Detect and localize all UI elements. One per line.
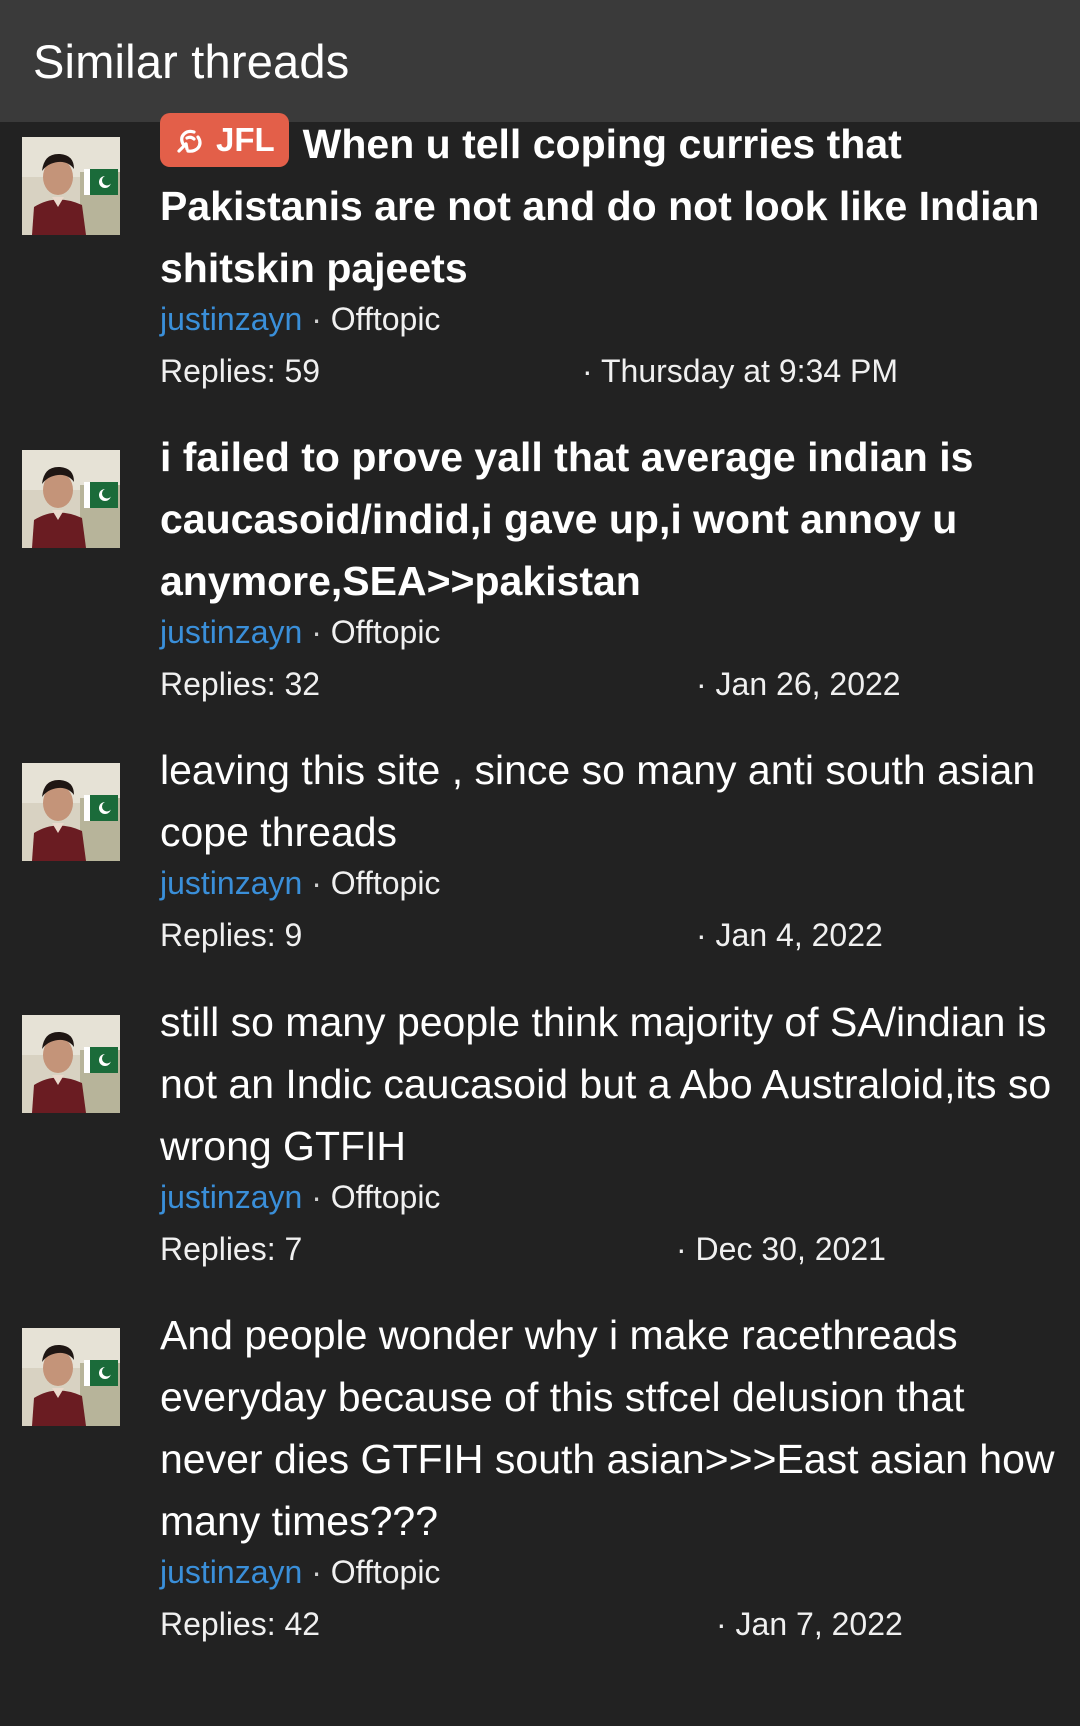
meta-separator: · [302, 301, 331, 337]
avatar[interactable] [22, 450, 120, 548]
thread-stats: Replies: 42 · Jan 7, 2022 [160, 1606, 1060, 1646]
thread-date: · Jan 4, 2022 [696, 917, 883, 953]
forum-link[interactable]: Offtopic [331, 865, 441, 901]
forum-link[interactable]: Offtopic [331, 614, 441, 650]
thread-title[interactable]: leaving this site , since so many anti s… [160, 739, 1060, 863]
avatar[interactable] [22, 763, 120, 861]
meta-separator: · [302, 1179, 331, 1215]
thread-meta: justinzayn · Offtopic [160, 1552, 1060, 1592]
reply-count: Replies: 42 [160, 1606, 321, 1642]
forum-link[interactable]: Offtopic [331, 301, 441, 337]
jfl-icon [177, 129, 202, 153]
forum-link[interactable]: Offtopic [331, 1554, 441, 1590]
meta-separator: · [302, 614, 331, 650]
thread-title-text: When u tell coping curries that Pakistan… [160, 121, 1040, 291]
thread-meta: justinzayn · Offtopic [160, 863, 1060, 903]
reply-count: Replies: 59 [160, 353, 321, 389]
page-header: Similar threads [0, 0, 1080, 122]
thread-date: · Jan 26, 2022 [696, 666, 901, 702]
thread-meta: justinzayn · Offtopic [160, 299, 1060, 339]
thread-stats: Replies: 7 · Dec 30, 2021 [160, 1231, 1060, 1271]
meta-separator: · [302, 1554, 331, 1590]
reply-count: Replies: 7 [160, 1231, 303, 1267]
author-link[interactable]: justinzayn [160, 1554, 302, 1590]
thread-stats: Replies: 59 · Thursday at 9:34 PM [160, 353, 1060, 393]
author-link[interactable]: justinzayn [160, 301, 302, 337]
thread-meta: justinzayn · Offtopic [160, 1177, 1060, 1217]
thread-date: · Thursday at 9:34 PM [582, 353, 898, 389]
reply-count: Replies: 9 [160, 917, 303, 953]
author-link[interactable]: justinzayn [160, 865, 302, 901]
author-link[interactable]: justinzayn [160, 1179, 302, 1215]
thread-meta: justinzayn · Offtopic [160, 612, 1060, 652]
thread-stats: Replies: 32 · Jan 26, 2022 [160, 666, 1060, 706]
forum-link[interactable]: Offtopic [331, 1179, 441, 1215]
author-link[interactable]: justinzayn [160, 614, 302, 650]
thread-title[interactable]: And people wonder why i make racethreads… [160, 1304, 1060, 1552]
thread-prefix-badge[interactable]: JFL [160, 113, 289, 167]
thread-title[interactable]: i failed to prove yall that average indi… [160, 426, 1060, 612]
meta-separator: · [302, 865, 331, 901]
page-title: Similar threads [33, 34, 350, 88]
thread-prefix-label: JFL [216, 121, 275, 158]
thread-date: · Dec 30, 2021 [676, 1231, 886, 1267]
thread-title[interactable]: still so many people think majority of S… [160, 991, 1060, 1177]
thread-date: · Jan 7, 2022 [716, 1606, 903, 1642]
thread-stats: Replies: 9 · Jan 4, 2022 [160, 917, 1060, 957]
thread-title[interactable]: JFL When u tell coping curries that Pakis… [160, 113, 1060, 299]
reply-count: Replies: 32 [160, 666, 321, 702]
avatar[interactable] [22, 137, 120, 235]
avatar[interactable] [22, 1015, 120, 1113]
avatar[interactable] [22, 1328, 120, 1426]
